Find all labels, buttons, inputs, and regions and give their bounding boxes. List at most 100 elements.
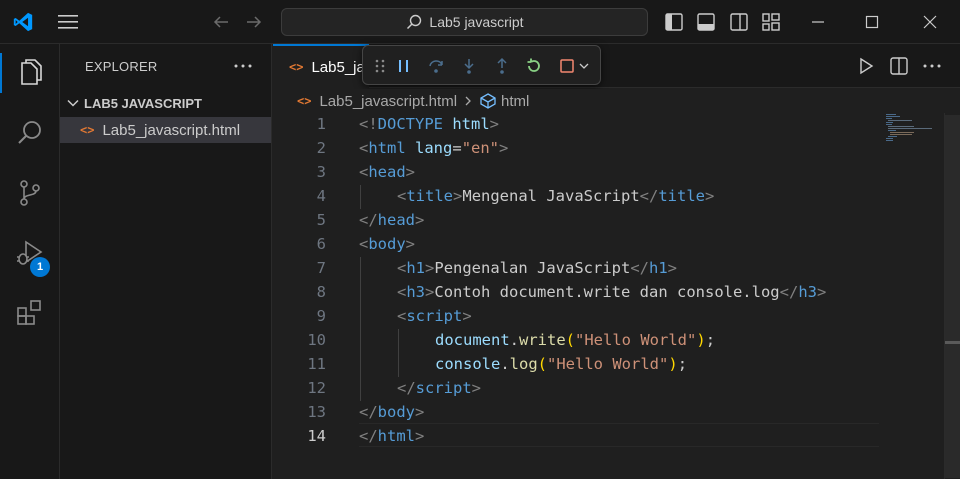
stop-options-button[interactable] [576,55,592,77]
arrow-right-icon[interactable] [243,11,265,33]
tab-lab5-javascript[interactable]: <> Lab5_javascript.html [273,44,369,88]
breadcrumb-file[interactable]: Lab5_javascript.html [319,93,457,110]
file-name: Lab5_javascript.html [102,121,241,139]
activity-bar: 1 [0,44,60,479]
line-number: 6 [316,235,326,253]
activity-extensions[interactable] [0,289,60,337]
line-number-current: 14 [307,427,326,445]
split-editor-icon[interactable] [888,55,910,77]
line-number: 13 [307,403,326,421]
restart-button[interactable] [523,55,545,77]
step-into-icon [464,59,474,74]
activity-run-debug[interactable]: 1 [0,229,60,277]
current-line-highlight [359,423,879,447]
line-number: 1 [316,115,326,133]
code-line: <!DOCTYPE html> [359,115,500,133]
stop-button[interactable] [556,55,578,77]
scrollbar-thumb[interactable] [945,115,960,478]
run-icon[interactable] [855,55,877,77]
code-editor[interactable]: 1 2 3 4 5 6 7 8 9 10 11 12 13 14 <!DOCTY… [273,113,944,479]
line-number: 2 [316,139,326,157]
code-line: <head> [359,163,416,181]
html-file-icon: <> [80,123,95,137]
restart-icon [527,58,540,72]
code-line: <title>Mengenal JavaScript</title> [397,187,715,205]
breadcrumb-symbol[interactable]: html [501,93,529,110]
search-icon [18,121,41,144]
toggle-secondary-sidebar-icon[interactable] [728,11,750,33]
chevron-right-icon [465,96,471,106]
search-icon [407,14,422,30]
code-line: <h1>Pengenalan JavaScript</h1> [397,259,678,277]
arrow-left-icon[interactable] [210,11,232,33]
more-actions-icon[interactable] [921,55,943,77]
code-line: </script> [397,379,482,397]
indent-guide [360,185,361,209]
extensions-icon [17,300,41,325]
line-number: 10 [307,331,326,349]
step-over-icon [429,60,443,73]
code-line: <html lang="en"> [359,139,509,157]
symbol-element-icon [480,93,496,109]
explorer-sidebar: EXPLORER LAB5 JAVASCRIPT <> Lab5_javascr… [60,44,272,479]
line-number: 7 [316,259,326,277]
toggle-panel-icon[interactable] [695,11,717,33]
vscode-logo-icon[interactable] [12,11,34,33]
pause-icon [399,60,408,72]
breadcrumb: <> Lab5_javascript.html html [273,89,944,113]
line-number: 9 [316,307,326,325]
code-line: <body> [359,235,416,253]
indent-guide [360,257,361,401]
toggle-primary-sidebar-icon[interactable] [663,11,685,33]
line-number: 3 [316,163,326,181]
files-icon [21,59,42,85]
menu-icon[interactable] [56,12,80,32]
line-number: 12 [307,379,326,397]
line-number: 8 [316,283,326,301]
more-actions-icon[interactable] [232,58,254,74]
line-number: 4 [316,187,326,205]
code-line: <script> [397,307,472,325]
customize-layout-icon[interactable] [760,11,782,33]
step-over-button[interactable] [425,55,447,77]
code-line: <h3>Contoh document.write dan console.lo… [397,283,827,301]
vertical-scrollbar[interactable] [944,113,960,479]
indent-guide [398,329,399,377]
minimize-icon [812,21,824,23]
source-control-icon [20,180,40,206]
activity-explorer[interactable] [0,49,60,97]
chevron-down-icon [579,63,589,69]
step-into-button[interactable] [458,55,480,77]
stop-icon [560,59,574,73]
title-bar: Lab5 javascript [0,0,960,44]
scrollbar-cursor-marker [945,341,960,344]
file-item[interactable]: <> Lab5_javascript.html [60,117,271,143]
html-file-icon: <> [289,60,304,74]
maximize-icon [865,15,879,29]
html-file-icon: <> [297,94,312,108]
folder-header[interactable]: LAB5 JAVASCRIPT [60,92,272,114]
folder-name: LAB5 JAVASCRIPT [84,95,202,111]
step-out-button[interactable] [491,55,513,77]
search-label: Lab5 javascript [429,14,524,30]
chevron-down-icon [67,99,79,107]
sidebar-title: EXPLORER [85,59,158,74]
activity-source-control[interactable] [0,169,60,217]
tab-label: Lab5_javascript.html [311,58,369,76]
command-center-search[interactable]: Lab5 javascript [281,8,648,36]
maximize-button[interactable] [849,0,895,44]
minimap[interactable] [884,113,944,143]
pause-button[interactable] [393,55,415,77]
code-line: console.log("Hello World"); [435,355,688,373]
close-icon [923,15,937,29]
debug-badge: 1 [30,257,50,277]
code-line: document.write("Hello World"); [435,331,716,349]
minimize-button[interactable] [795,0,841,44]
drag-handle[interactable] [369,55,391,77]
code-line: </body> [359,403,425,421]
debug-toolbar [362,45,601,85]
line-number: 11 [307,355,326,373]
close-button[interactable] [907,0,953,44]
activity-search[interactable] [0,109,60,157]
step-out-icon [497,57,507,74]
